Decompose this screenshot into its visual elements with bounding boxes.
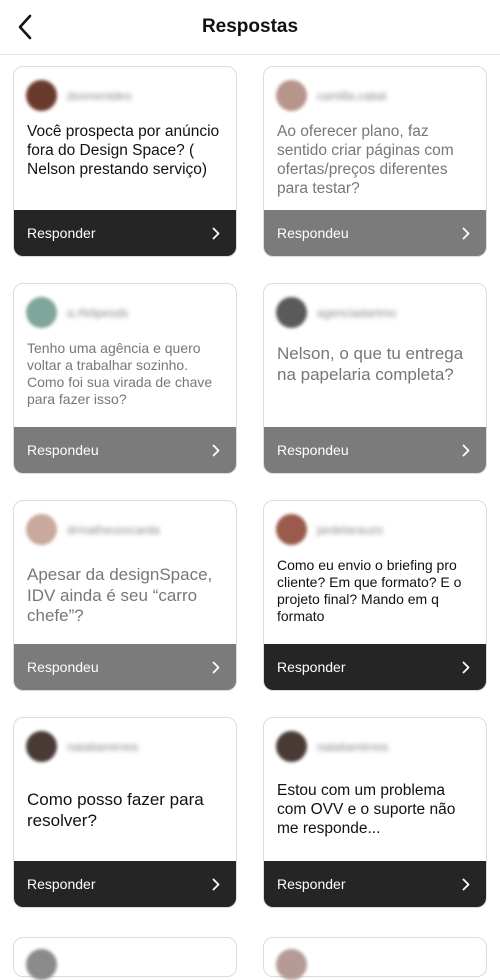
chevron-right-icon: [212, 660, 222, 674]
question-card[interactable]: nataliamirreis Estou com um problema com…: [263, 717, 487, 908]
username: agenciadartmo: [317, 305, 397, 320]
respond-label: Responder: [27, 225, 96, 241]
question-card[interactable]: a.rfelipesds Tenho uma agência e quero v…: [13, 283, 237, 474]
username: nataliamirreis: [317, 739, 389, 754]
username: camilla.cabal: [317, 88, 387, 103]
avatar: [276, 80, 307, 111]
respond-label: Responder: [27, 876, 96, 892]
card-user: agenciadartmo: [276, 297, 396, 328]
responded-button[interactable]: Respondeu: [264, 210, 486, 256]
avatar: [26, 80, 57, 111]
respond-label: Responder: [277, 659, 346, 675]
card-user: nataliamirreis: [276, 731, 388, 762]
question-card[interactable]: drmatheusscarda Apesar da designSpace, I…: [13, 500, 237, 691]
username: a.rfelipesds: [67, 305, 129, 320]
card-user: a.rfelipesds: [26, 297, 128, 328]
responded-button[interactable]: Respondeu: [14, 427, 236, 473]
top-bar: Respostas: [0, 0, 500, 55]
question-card[interactable]: jardelarauzo Como eu envio o briefing pr…: [263, 500, 487, 691]
card-user: nataliamirreis: [26, 731, 138, 762]
chevron-right-icon: [462, 226, 472, 240]
question-grid: dxxmentdes Você prospecta por anúncio fo…: [13, 66, 487, 908]
question-card[interactable]: nataliamirreis Como posso fazer para res…: [13, 717, 237, 908]
username: jardelarauzo: [317, 522, 384, 537]
chevron-right-icon: [462, 660, 472, 674]
respond-label: Respondeu: [277, 442, 349, 458]
question-text: Como posso fazer para resolver?: [27, 790, 204, 830]
chevron-right-icon: [462, 443, 472, 457]
responded-button[interactable]: Respondeu: [14, 644, 236, 690]
question-text: Nelson, o que tu entrega na papelaria co…: [277, 344, 464, 384]
card-user: jardelarauzo: [276, 514, 383, 545]
username: dxxmentdes: [67, 88, 132, 103]
respond-button[interactable]: Responder: [14, 861, 236, 907]
chevron-right-icon: [212, 226, 222, 240]
question-text: Estou com um problema com OVV e o suport…: [277, 782, 456, 837]
question-text: Ao oferecer plano, faz sentido criar pág…: [277, 123, 454, 197]
respond-button[interactable]: Responder: [14, 210, 236, 256]
question-text: Apesar da designSpace, IDV ainda é seu “…: [27, 565, 213, 626]
question-card[interactable]: camilla.cabal Ao oferecer plano, faz sen…: [263, 66, 487, 257]
respond-label: Respondeu: [27, 659, 99, 675]
page-title: Respostas: [201, 16, 299, 37]
chevron-right-icon: [212, 443, 222, 457]
question-card[interactable]: dxxmentdes Você prospecta por anúncio fo…: [13, 66, 237, 257]
avatar: [276, 514, 307, 545]
avatar: [276, 297, 307, 328]
respond-label: Respondeu: [27, 442, 99, 458]
avatar: [276, 731, 307, 762]
avatar: [26, 731, 57, 762]
card-user: dxxmentdes: [26, 80, 132, 111]
username: nataliamirreis: [67, 739, 139, 754]
card-user: drmatheusscarda: [26, 514, 160, 545]
username: drmatheusscarda: [67, 522, 160, 537]
respond-button[interactable]: Responder: [264, 644, 486, 690]
question-card[interactable]: agenciadartmo Nelson, o que tu entrega n…: [263, 283, 487, 474]
question-text: Você prospecta por anúncio fora do Desig…: [27, 123, 220, 178]
avatar: [26, 514, 57, 545]
question-text: Tenho uma agência e quero voltar a traba…: [27, 340, 213, 408]
avatar: [26, 297, 57, 328]
question-card-partial[interactable]: [13, 937, 237, 980]
respond-button[interactable]: Responder: [264, 861, 486, 907]
respond-label: Respondeu: [277, 225, 349, 241]
chevron-right-icon: [462, 877, 472, 891]
respond-label: Responder: [277, 876, 346, 892]
card-user: camilla.cabal: [276, 80, 386, 111]
responded-button[interactable]: Respondeu: [264, 427, 486, 473]
avatar: [276, 949, 307, 980]
question-text: Como eu envio o briefing pro cliente? Em…: [277, 557, 462, 625]
avatar: [26, 949, 57, 980]
chevron-right-icon: [212, 877, 222, 891]
question-card-partial[interactable]: [263, 937, 487, 980]
